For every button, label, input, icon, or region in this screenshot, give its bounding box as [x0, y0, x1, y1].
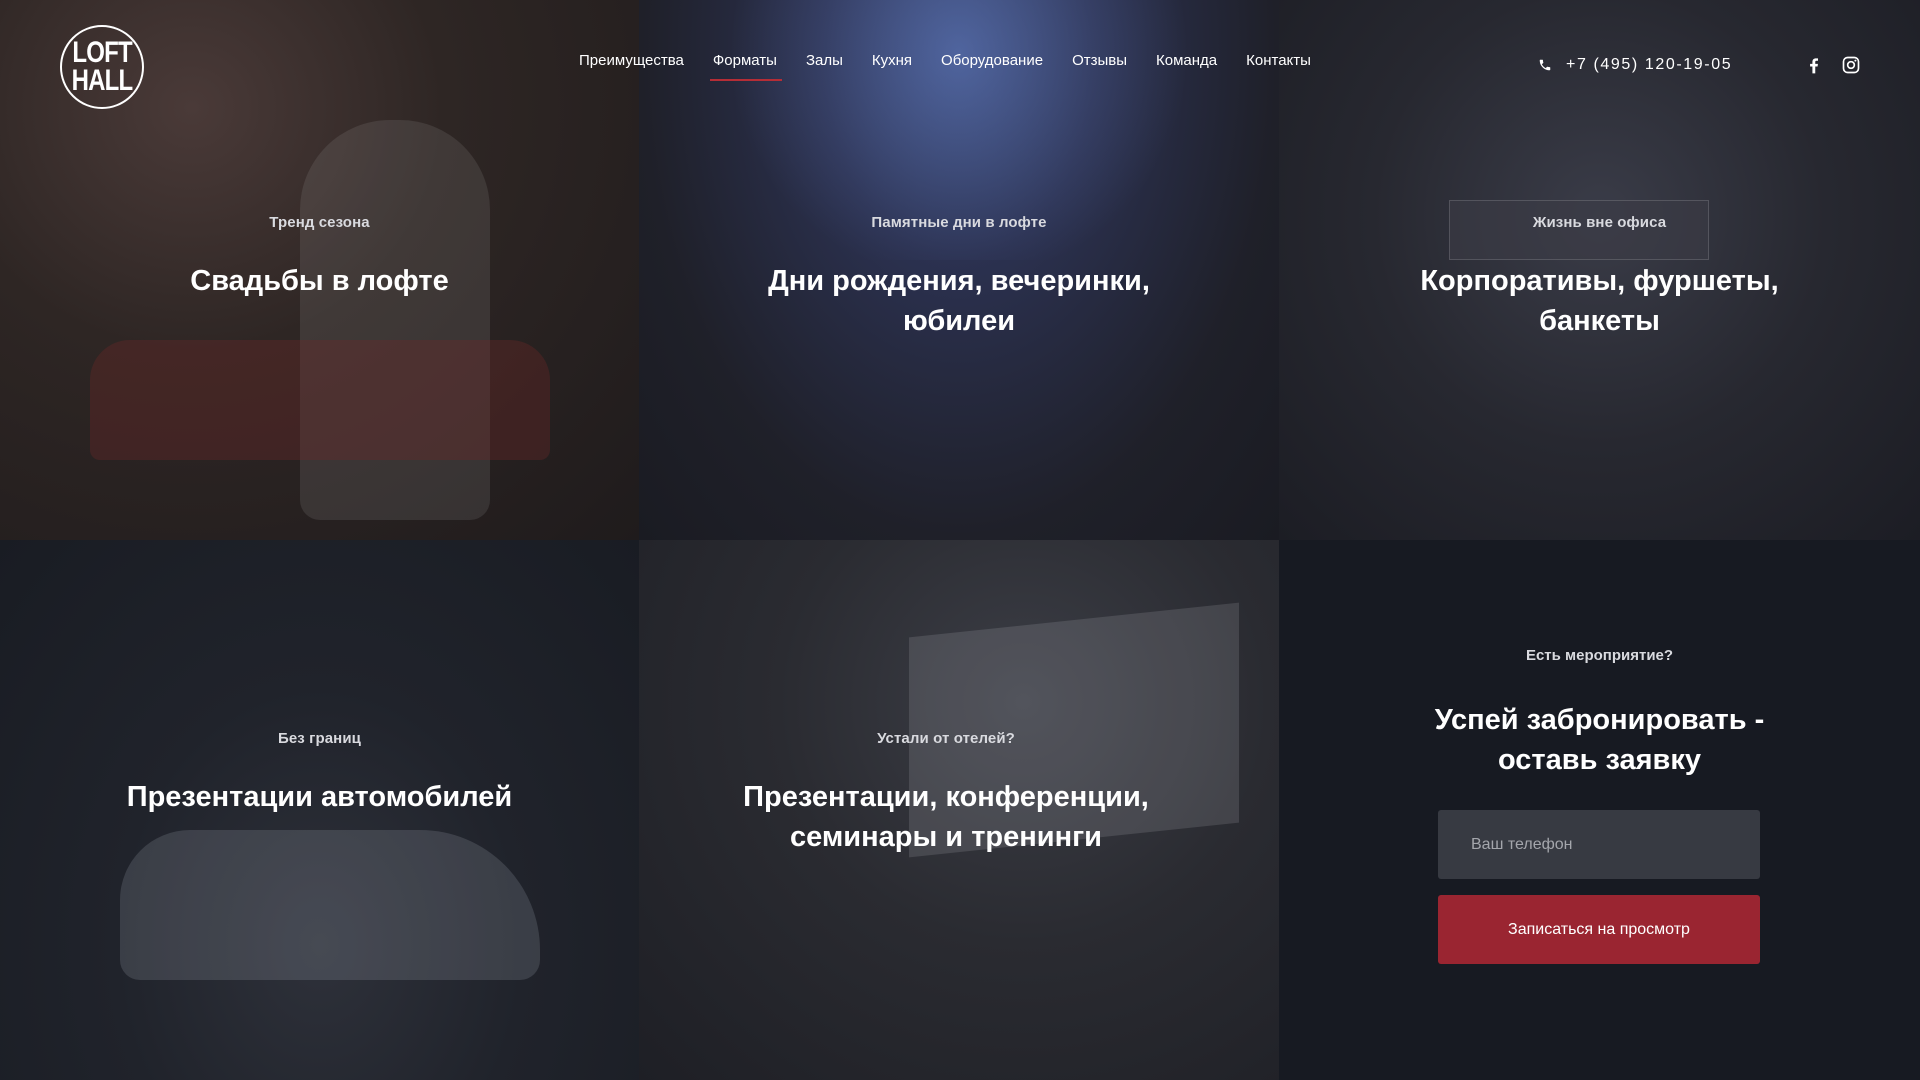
- wedding-photo-sofa: [90, 340, 550, 460]
- booking-title-line: оставь заявку: [1497, 744, 1702, 776]
- main-nav: Преимущества Форматы Залы Кухня Оборудов…: [579, 52, 1340, 82]
- format-title: Презентации, конференции, семинары и тре…: [639, 777, 1279, 857]
- nav-item-equipment[interactable]: Оборудование: [941, 52, 1043, 82]
- format-tile-text: Памятные дни в лофте Дни рождения, вечер…: [639, 214, 1279, 341]
- format-tile-cars[interactable]: Без границ Презентации автомобилей: [0, 540, 639, 1080]
- booking-title-line: Успей забронировать -: [1434, 704, 1765, 736]
- book-viewing-button[interactable]: Записаться на просмотр: [1438, 895, 1760, 964]
- nav-item-formats[interactable]: Форматы: [709, 52, 783, 82]
- format-subtitle: Жизнь вне офиса: [1532, 214, 1667, 231]
- logo-line: LOFT: [72, 36, 132, 69]
- phone-input[interactable]: [1438, 810, 1760, 879]
- format-subtitle: Устали от отелей?: [877, 730, 1015, 747]
- format-tile-text: Жизнь вне офиса Корпоративы, фуршеты, ба…: [1279, 214, 1920, 341]
- format-title: Свадьбы в лофте: [0, 261, 639, 301]
- format-subtitle: Без границ: [277, 730, 361, 747]
- nav-item-kitchen[interactable]: Кухня: [872, 52, 912, 82]
- wedding-photo-figure: [300, 120, 490, 520]
- logo-line: HALL: [71, 64, 134, 97]
- instagram-icon[interactable]: [1841, 55, 1861, 75]
- format-title: Презентации автомобилей: [0, 777, 639, 817]
- nav-item-team[interactable]: Команда: [1156, 52, 1217, 82]
- format-title-line: юбилеи: [902, 305, 1016, 337]
- facebook-icon[interactable]: [1804, 55, 1824, 75]
- format-tile-text: Тренд сезона Свадьбы в лофте: [0, 214, 639, 301]
- format-tile-conferences[interactable]: Устали от отелей? Презентации, конференц…: [639, 540, 1279, 1080]
- booking-subtitle: Есть мероприятие?: [1525, 647, 1674, 664]
- format-title-line: Корпоративы, фуршеты,: [1420, 265, 1779, 297]
- phone-link[interactable]: +7 (495) 120-19-05: [1538, 56, 1732, 74]
- format-subtitle: Памятные дни в лофте: [871, 214, 1047, 231]
- car-photo-car: [120, 830, 540, 980]
- format-title: Корпоративы, фуршеты, банкеты: [1279, 261, 1920, 341]
- booking-title: Успей забронировать - оставь заявку: [1279, 700, 1920, 780]
- nav-item-advantages[interactable]: Преимущества: [579, 52, 684, 82]
- booking-panel: Есть мероприятие? Успей забронировать - …: [1279, 540, 1920, 1080]
- format-title-line: Презентации, конференции,: [743, 781, 1149, 813]
- nav-item-contacts[interactable]: Контакты: [1246, 52, 1311, 82]
- nav-item-reviews[interactable]: Отзывы: [1072, 52, 1127, 82]
- nav-item-halls[interactable]: Залы: [806, 52, 843, 82]
- phone-icon: [1539, 59, 1551, 71]
- logo[interactable]: LOFT HALL: [60, 25, 144, 109]
- format-title-line: Дни рождения, вечеринки,: [768, 265, 1150, 297]
- format-subtitle: Тренд сезона: [269, 214, 370, 231]
- format-tile-text: Без границ Презентации автомобилей: [0, 730, 639, 817]
- format-title-line: семинары и тренинги: [789, 821, 1103, 853]
- format-title-line: Презентации автомобилей: [126, 781, 513, 813]
- formats-grid: Тренд сезона Свадьбы в лофте Памятные дн…: [0, 0, 1920, 1080]
- format-title: Дни рождения, вечеринки, юбилеи: [639, 261, 1279, 341]
- format-tile-text: Устали от отелей? Презентации, конференц…: [639, 730, 1279, 857]
- format-title-line: Свадьбы в лофте: [190, 265, 449, 297]
- format-title-line: банкеты: [1539, 305, 1660, 337]
- site-header: LOFT HALL Преимущества Форматы Залы Кухн…: [0, 0, 1920, 120]
- phone-number: +7 (495) 120-19-05: [1566, 56, 1733, 73]
